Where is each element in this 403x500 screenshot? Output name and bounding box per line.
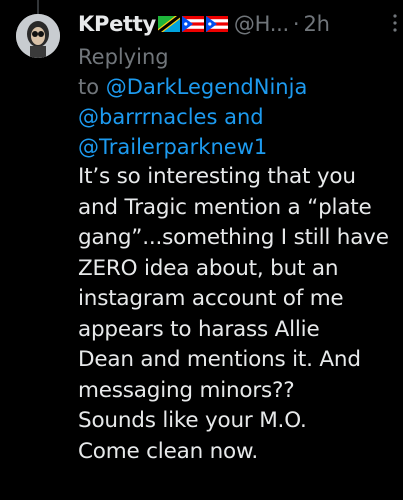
- tweet-text-line: instagram account of me: [78, 286, 344, 311]
- tweet-text-line: gang”...something I still have: [78, 225, 389, 250]
- thread-connector-line: [37, 0, 39, 14]
- avatar[interactable]: [16, 14, 60, 58]
- mention-trailerparknew1[interactable]: @Trailerparknew1: [78, 135, 267, 159]
- tweet-text-line: appears to harass Allie: [78, 316, 320, 342]
- tweet-text-line: and Tragic mention a “plate: [78, 194, 372, 220]
- tweet-text-line: It’s so interesting that you: [78, 164, 356, 189]
- replying-to: Replying to @DarkLegendNinja @barrrnacle…: [78, 42, 396, 162]
- tweet-header: KPetty @H... · 2h: [78, 8, 396, 40]
- separator-dot: ·: [292, 12, 300, 36]
- user-handle[interactable]: @H...: [234, 8, 289, 40]
- tweet-text: It’s so interesting that you and Tragic …: [78, 162, 396, 467]
- mention-barrrnacles[interactable]: @barrrnacles: [78, 105, 217, 129]
- tweet-text-line: messaging minors??: [78, 377, 295, 403]
- puerto-rico-flag-icon: [181, 16, 204, 32]
- more-options-icon[interactable]: [393, 14, 397, 32]
- replying-label: Replying: [78, 45, 169, 69]
- tweet-text-line: Come clean now.: [78, 438, 259, 464]
- tweet-text-line: ZERO idea about, but an: [78, 255, 339, 281]
- tanzania-flag-icon: [157, 16, 180, 32]
- display-name[interactable]: KPetty: [78, 8, 156, 40]
- tweet-content: KPetty @H... · 2h Replying to @DarkLegen…: [78, 8, 396, 467]
- puerto-rico-flag-icon: [205, 16, 228, 32]
- replying-and-word: and: [224, 105, 264, 129]
- tweet-text-line: Dean and mentions it. And: [78, 347, 361, 372]
- mention-darklegendninja[interactable]: @DarkLegendNinja: [106, 75, 308, 99]
- tweet-text-line: Sounds like your M.O.: [78, 408, 307, 433]
- timestamp[interactable]: 2h: [304, 8, 330, 40]
- replying-to-word: to: [78, 75, 100, 99]
